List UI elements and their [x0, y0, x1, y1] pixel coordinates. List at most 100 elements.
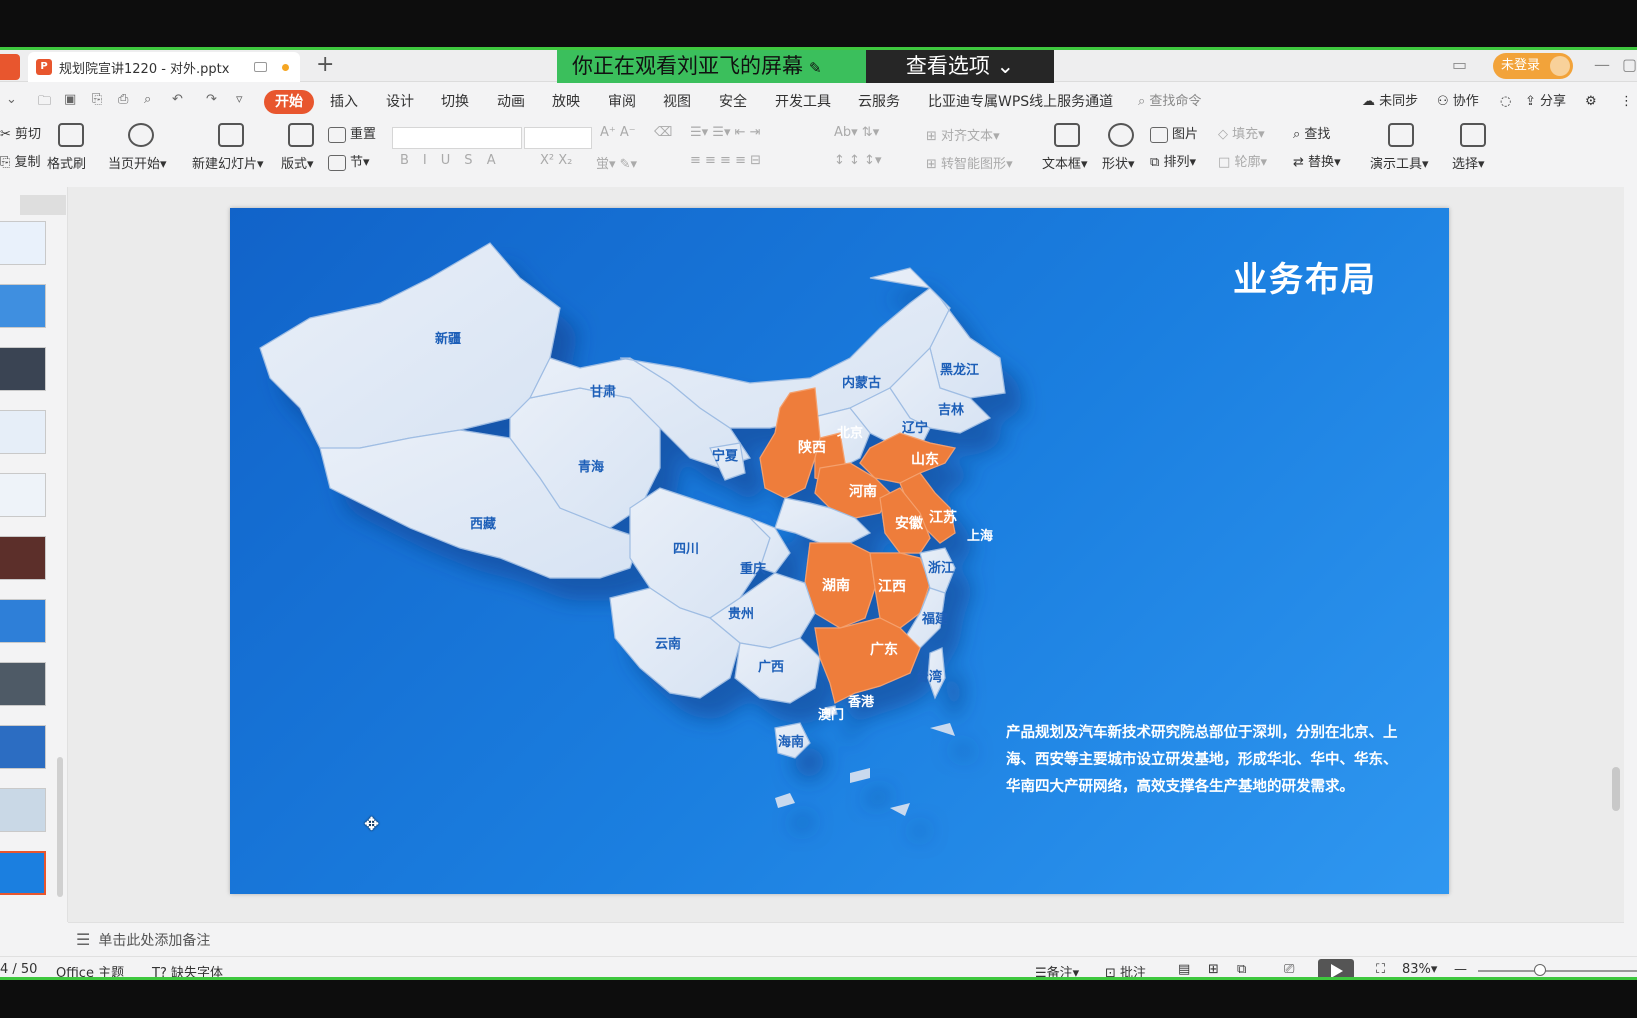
slide-thumbnail[interactable]: [0, 221, 46, 265]
current-slide[interactable]: 新疆 西藏 青海 甘肃 内蒙古 黑龙江 吉林 辽宁 北京 宁夏 陕西 山东 河南…: [230, 208, 1449, 894]
export-icon[interactable]: ⎘: [92, 92, 102, 107]
missing-fonts-button[interactable]: T? 缺失字体: [152, 962, 223, 977]
slide-thumbnail[interactable]: [0, 662, 46, 706]
sync-status[interactable]: ☁ 未同步: [1362, 90, 1418, 114]
menu-byd-wps-channel[interactable]: 比亚迪专属WPS线上服务通道: [928, 90, 1113, 114]
slide-thumbnail[interactable]: [0, 347, 46, 391]
replace-button[interactable]: ⇄ 替换▾: [1293, 151, 1341, 170]
thumbnail-scrollbar[interactable]: [57, 757, 63, 897]
slide-thumbnail[interactable]: [0, 284, 46, 328]
slide-thumbnail[interactable]: [0, 725, 46, 769]
home-tab[interactable]: [0, 54, 20, 80]
slide-thumbnail[interactable]: [0, 788, 46, 832]
font-size-select[interactable]: [524, 127, 592, 149]
more-icon[interactable]: ⋮: [1620, 90, 1633, 114]
slide-sorter-icon[interactable]: ⊞: [1208, 962, 1219, 977]
menu-design[interactable]: 设计: [386, 90, 414, 114]
share-banner-text: 你正在观看刘亚飞的屏幕: [572, 54, 803, 78]
menu-slideshow[interactable]: 放映: [552, 90, 580, 114]
slide-thumbnail[interactable]: [0, 410, 46, 454]
open-folder-icon[interactable]: 🗀: [38, 92, 51, 114]
menu-insert[interactable]: 插入: [330, 90, 358, 114]
view-options-button[interactable]: 查看选项 ⌄: [866, 50, 1054, 83]
minimize-button[interactable]: —: [1594, 55, 1610, 74]
menu-home[interactable]: 开始: [264, 90, 314, 114]
canvas-scrollbar-thumb[interactable]: [1612, 767, 1620, 811]
format-painter-button[interactable]: 格式刷: [47, 153, 86, 172]
select-button[interactable]: 选择▾: [1452, 153, 1485, 172]
menu-view[interactable]: 视图: [663, 90, 691, 114]
copy-button[interactable]: ⎘ 复制: [0, 151, 41, 170]
section-button[interactable]: 节▾: [328, 151, 370, 171]
zoom-level[interactable]: 83%▾: [1402, 962, 1437, 977]
notes-toggle[interactable]: ☰备注▾: [1035, 962, 1079, 977]
bullets-icon[interactable]: ☰▾ ☰▾ ⇤ ⇥: [690, 125, 761, 140]
paragraph-align-icons[interactable]: ≡ ≡ ≡ ≡ ⊟: [690, 153, 761, 168]
notes-pane[interactable]: ☰ 单击此处添加备注: [68, 922, 1624, 956]
find-button[interactable]: ⌕ 查找: [1293, 123, 1330, 142]
menu-cloud[interactable]: 云服务: [858, 90, 900, 114]
picture-button[interactable]: 图片: [1150, 123, 1198, 143]
slide-thumbnail[interactable]: [0, 536, 46, 580]
align-text-button[interactable]: ⊞ 对齐文本▾: [926, 125, 1000, 144]
cut-button[interactable]: ✂ 剪切: [0, 123, 41, 142]
save-icon[interactable]: ▣: [64, 92, 76, 107]
login-label: 未登录: [1501, 58, 1541, 73]
slide-thumbnail[interactable]: [0, 599, 46, 643]
share-button[interactable]: ⇪ 分享: [1525, 90, 1566, 114]
outline-button[interactable]: □ 轮廓▾: [1218, 151, 1267, 170]
comments-toggle[interactable]: ⊡ 批注: [1105, 962, 1146, 977]
window-mode-icon[interactable]: [254, 62, 268, 72]
cast-icon[interactable]: ⎚: [1284, 962, 1294, 977]
font-family-select[interactable]: [392, 127, 522, 149]
collaborate-button[interactable]: ⚇ 协作: [1437, 90, 1479, 114]
start-from-current-button[interactable]: 当页开始▾: [108, 153, 167, 172]
zoom-slider-knob[interactable]: [1534, 964, 1546, 976]
thumbnail-view-toggle[interactable]: [20, 195, 66, 215]
fill-button[interactable]: ◇ 填充▾: [1218, 123, 1265, 142]
fit-window-icon[interactable]: ⛶: [1376, 962, 1385, 977]
print-preview-icon[interactable]: ⌕: [144, 92, 151, 107]
redo-icon[interactable]: ↷: [206, 92, 217, 107]
new-tab-button[interactable]: +: [316, 53, 334, 77]
layout-button[interactable]: 版式▾: [281, 153, 314, 172]
reset-button[interactable]: 重置: [328, 123, 376, 143]
zoom-out-button[interactable]: —: [1454, 962, 1467, 977]
line-spacing-icon[interactable]: ↕ ↕ ↕▾: [834, 153, 881, 168]
undo-icon[interactable]: ↶: [172, 92, 183, 107]
maximize-button[interactable]: ▢: [1622, 55, 1637, 74]
normal-view-icon[interactable]: ▤: [1178, 962, 1190, 977]
text-format-icons[interactable]: BIUSA: [400, 153, 510, 168]
text-direction-icon[interactable]: Ab▾ ⇅▾: [834, 125, 879, 140]
login-button[interactable]: 未登录: [1493, 53, 1573, 79]
menu-transition[interactable]: 切换: [441, 90, 469, 114]
menu-animation[interactable]: 动画: [497, 90, 525, 114]
menu-developer[interactable]: 开发工具: [775, 90, 831, 114]
customize-icon[interactable]: ▿: [236, 92, 243, 107]
comment-icon[interactable]: ◌: [1500, 90, 1511, 114]
phonetic-icon[interactable]: 蛍▾ ✎▾: [596, 153, 637, 172]
clear-format-icon[interactable]: ⌫: [654, 125, 672, 140]
play-slideshow-button[interactable]: [1318, 959, 1354, 977]
text-box-button[interactable]: 文本框▾: [1042, 153, 1088, 172]
menu-review[interactable]: 审阅: [608, 90, 636, 114]
menu-security[interactable]: 安全: [719, 90, 747, 114]
presentation-tools-button[interactable]: 演示工具▾: [1370, 153, 1429, 172]
slide-thumbnail[interactable]: [0, 473, 46, 517]
zoom-slider[interactable]: [1478, 970, 1637, 972]
shape-button[interactable]: 形状▾: [1102, 153, 1135, 172]
smart-shape-button[interactable]: ⊞ 转智能图形▾: [926, 153, 1013, 172]
new-slide-button[interactable]: 新建幻灯片▾: [192, 153, 264, 172]
reading-mode-icon[interactable]: ▭: [1452, 55, 1467, 74]
command-search[interactable]: ⌕ 查找命令: [1138, 90, 1201, 114]
gear-icon[interactable]: ⚙: [1585, 90, 1597, 114]
document-tab[interactable]: P 规划院宣讲1220 - 对外.pptx: [28, 52, 300, 82]
reading-view-icon[interactable]: ⧉: [1237, 962, 1246, 977]
chevron-down-icon[interactable]: ⌄: [6, 92, 17, 107]
slide-thumbnail-selected[interactable]: [0, 851, 46, 895]
font-grow-icon[interactable]: A⁺ A⁻: [600, 125, 636, 140]
arrange-button[interactable]: ⧉ 排列▾: [1150, 151, 1196, 170]
theme-name[interactable]: Office 主题: [56, 962, 124, 977]
print-icon[interactable]: ⎙: [118, 92, 128, 107]
superscript-icon[interactable]: X² X₂: [540, 153, 572, 168]
